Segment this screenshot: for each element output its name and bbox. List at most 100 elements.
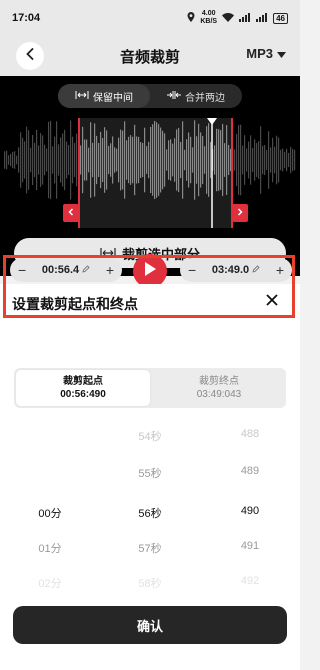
waveform-bar xyxy=(174,138,176,182)
waveform-bar xyxy=(86,139,88,181)
waveform-bar xyxy=(16,155,18,165)
waveform-bar xyxy=(292,148,294,172)
start-minus-button[interactable]: − xyxy=(18,262,26,278)
start-time-value-wrap[interactable]: 00:56.4 xyxy=(42,264,90,276)
tab-keep-middle[interactable]: 保留中间 xyxy=(58,84,150,108)
waveform-bar xyxy=(130,135,132,185)
time-picker[interactable]: 54秒 488 55秒 489 00分 56秒 490 01分 57秒 491 … xyxy=(0,420,300,590)
waveform-bar xyxy=(4,151,6,169)
waveform-bar xyxy=(248,141,250,179)
picker-row[interactable]: 01分 57秒 491 xyxy=(0,540,300,560)
waveform-bar xyxy=(250,135,252,185)
play-button[interactable] xyxy=(133,254,167,288)
tab-merge-sides[interactable]: 合并两边 xyxy=(150,84,242,108)
picker-row-selected[interactable]: 00分 56秒 490 xyxy=(0,505,300,525)
status-time: 17:04 xyxy=(12,12,41,24)
tab-trim-end[interactable]: 裁剪终点 03:49:043 xyxy=(152,368,286,408)
waveform-bar xyxy=(112,136,114,184)
end-plus-button[interactable]: + xyxy=(276,262,284,278)
waveform-bar xyxy=(260,126,262,194)
mode-tabs: 保留中间 合并两边 xyxy=(58,84,242,108)
waveform-bar xyxy=(246,148,248,172)
waveform-bar xyxy=(226,125,228,195)
waveform-bar xyxy=(218,129,220,191)
picker-row[interactable]: 02分 58秒 492 xyxy=(0,575,300,595)
waveform-bar xyxy=(132,136,134,184)
waveform-bar xyxy=(10,153,12,167)
waveform-bar xyxy=(198,123,200,197)
edit-pencil-icon xyxy=(82,264,90,276)
waveform-bar xyxy=(178,127,180,193)
end-time-value: 03:49.0 xyxy=(211,264,250,276)
waveform-bar xyxy=(58,144,60,176)
start-handle[interactable] xyxy=(63,204,79,222)
location-icon xyxy=(187,12,195,24)
tab-trim-start-label: 裁剪起点 xyxy=(63,376,103,387)
waveform-bar xyxy=(264,145,266,175)
time-controls: − 00:56.4 + − 03:49.0 + xyxy=(0,254,300,288)
close-button[interactable] xyxy=(262,292,282,312)
waveform-bar xyxy=(242,145,244,175)
waveform-bar xyxy=(290,146,292,174)
picker-row[interactable]: 55秒 489 xyxy=(0,465,300,485)
waveform-bar xyxy=(152,124,154,196)
waveform-bar xyxy=(162,130,164,190)
waveform-bar xyxy=(156,122,158,198)
waveform-bar xyxy=(114,147,116,173)
network-speed-value: 4.00 xyxy=(201,10,216,17)
waveform-bar xyxy=(120,129,122,191)
waveform-bar xyxy=(258,141,260,179)
waveform-bar xyxy=(268,131,270,189)
picker-row[interactable]: 54秒 488 xyxy=(0,428,300,448)
waveform-bar xyxy=(262,145,264,175)
waveform-bar xyxy=(48,121,50,199)
back-button[interactable] xyxy=(16,42,44,70)
waveform-bar xyxy=(172,143,174,177)
end-minus-button[interactable]: − xyxy=(188,262,196,278)
format-selector[interactable]: MP3 xyxy=(246,46,286,61)
waveform-bar xyxy=(154,120,156,200)
play-icon xyxy=(144,261,156,281)
waveform-bar xyxy=(168,140,170,180)
waveform-bar xyxy=(64,129,66,191)
end-handle[interactable] xyxy=(232,204,248,222)
start-plus-button[interactable]: + xyxy=(106,262,114,278)
waveform-bar xyxy=(28,130,30,190)
waveform-bar xyxy=(280,149,282,171)
waveform-bar xyxy=(234,149,236,171)
waveform-bar xyxy=(14,151,16,169)
confirm-button[interactable]: 确认 xyxy=(13,606,287,644)
waveform-bar xyxy=(68,144,70,176)
waveform-bar xyxy=(134,124,136,196)
trim-point-sheet: 设置裁剪起点和终点 裁剪起点 00:56:490 裁剪终点 03:49:043 … xyxy=(0,284,300,670)
waveform-bar xyxy=(160,127,162,193)
waveform-bar xyxy=(228,144,230,176)
waveform-bar xyxy=(128,136,130,184)
tab-trim-start[interactable]: 裁剪起点 00:56:490 xyxy=(16,370,150,406)
waveform-bar xyxy=(222,123,224,197)
picker-millisecond: 490 xyxy=(240,505,260,517)
waveform-bar xyxy=(36,129,38,191)
picker-second: 56秒 xyxy=(138,508,162,520)
waveform-bar xyxy=(148,141,150,179)
waveform-bar xyxy=(8,155,10,165)
tab-keep-middle-label: 保留中间 xyxy=(93,92,133,104)
tab-trim-end-value: 03:49:043 xyxy=(196,389,242,400)
waveform-bar xyxy=(66,141,68,179)
waveform-bar xyxy=(72,136,74,184)
start-time-control: − 00:56.4 + xyxy=(10,258,122,282)
waveform[interactable] xyxy=(0,118,300,228)
waveform-bar xyxy=(74,143,76,177)
picker-second: 58秒 xyxy=(138,578,162,590)
caret-down-icon xyxy=(277,46,286,61)
waveform-bar xyxy=(236,133,238,187)
waveform-bar xyxy=(138,136,140,184)
waveform-bar xyxy=(76,133,78,187)
status-icons: 4.00 KB/S 46 xyxy=(187,10,288,26)
waveform-bar xyxy=(204,146,206,174)
waveform-bar xyxy=(184,149,186,171)
waveform-bar xyxy=(186,139,188,181)
end-time-value-wrap[interactable]: 03:49.0 xyxy=(212,264,260,276)
waveform-bar xyxy=(158,124,160,196)
chevron-left-icon xyxy=(25,47,35,65)
